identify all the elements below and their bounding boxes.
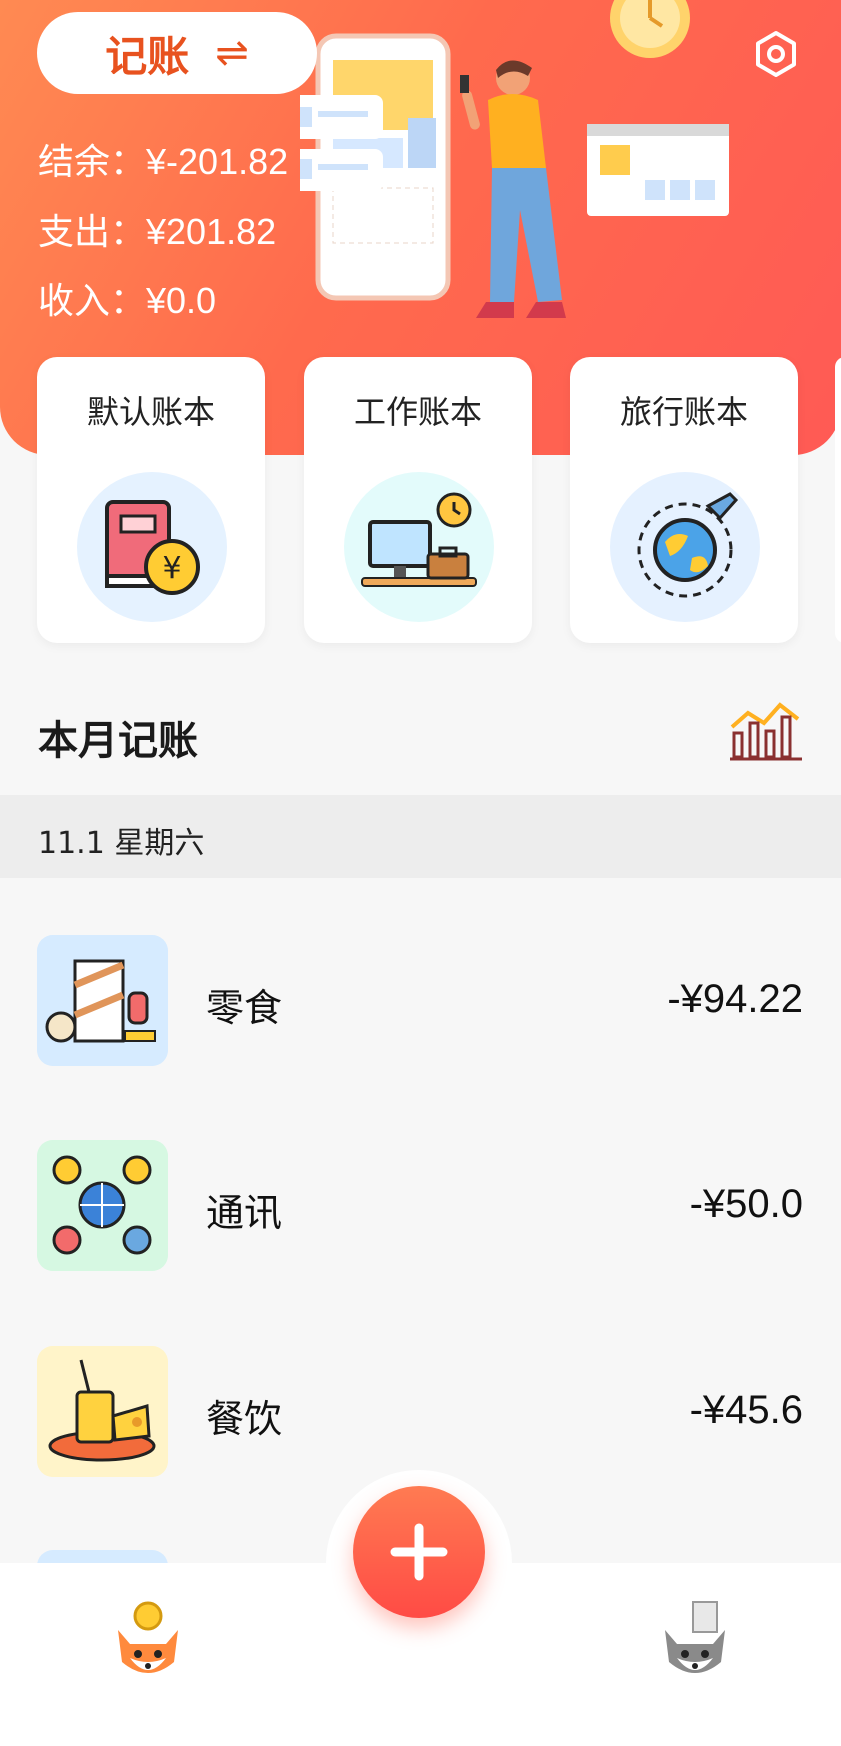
balance-value: ¥-201.82: [146, 141, 289, 182]
snacks-icon: [37, 935, 168, 1066]
settings-icon[interactable]: [752, 30, 800, 78]
fox-coin-icon[interactable]: [108, 1600, 188, 1690]
add-record-button[interactable]: [353, 1486, 485, 1618]
record-category: 零食: [206, 986, 283, 1030]
section-title: 本月记账: [38, 718, 198, 764]
record-amount: -¥94.22: [667, 977, 803, 1021]
book-card-more[interactable]: [835, 357, 841, 643]
book-title: 工作账本: [353, 393, 482, 431]
ledger-switch-button[interactable]: 记账 ⇌: [37, 12, 317, 94]
food-drink-icon: [37, 1346, 168, 1477]
ledger-books-row: 默认账本 ¥ 工作账本 旅行账本: [0, 357, 841, 645]
income-stat: 收入：¥0.0: [38, 272, 216, 324]
record-category: 餐饮: [206, 1397, 283, 1441]
book-title: 旅行账本: [619, 393, 748, 431]
day-label: 11.1 星期六: [38, 826, 205, 861]
record-category: 通讯: [206, 1191, 283, 1235]
swap-icon: ⇌: [215, 30, 249, 76]
book-card-default[interactable]: 默认账本 ¥: [37, 357, 265, 643]
income-value: ¥0.0: [146, 280, 217, 321]
expense-label: 支出：: [38, 211, 147, 252]
expense-stat: 支出：¥201.82: [38, 203, 276, 255]
balance-stat: 结余：¥-201.82: [38, 133, 288, 185]
globe-plane-icon: [637, 492, 739, 598]
statistics-chart-icon[interactable]: [728, 693, 804, 761]
book-yen-icon: ¥: [105, 500, 200, 595]
computer-briefcase-icon: [361, 492, 477, 587]
book-card-work[interactable]: 工作账本: [304, 357, 532, 643]
plus-icon: [390, 1523, 448, 1581]
fox-receipt-icon[interactable]: [655, 1600, 735, 1690]
record-row[interactable]: 通讯 -¥50.0: [0, 1140, 841, 1272]
record-row[interactable]: 餐饮 -¥45.6: [0, 1346, 841, 1478]
record-amount: -¥50.0: [689, 1182, 803, 1226]
record-row[interactable]: 零食 -¥94.22: [0, 935, 841, 1067]
book-title: 默认账本: [86, 393, 215, 431]
income-label: 收入：: [38, 280, 147, 321]
expense-value: ¥201.82: [146, 211, 277, 252]
communication-icon: [37, 1140, 168, 1271]
balance-label: 结余：: [38, 141, 147, 182]
book-card-travel[interactable]: 旅行账本: [570, 357, 798, 643]
ledger-switch-label: 记账: [105, 31, 190, 81]
svg-text:¥: ¥: [162, 551, 181, 586]
record-amount: -¥45.6: [689, 1388, 803, 1432]
